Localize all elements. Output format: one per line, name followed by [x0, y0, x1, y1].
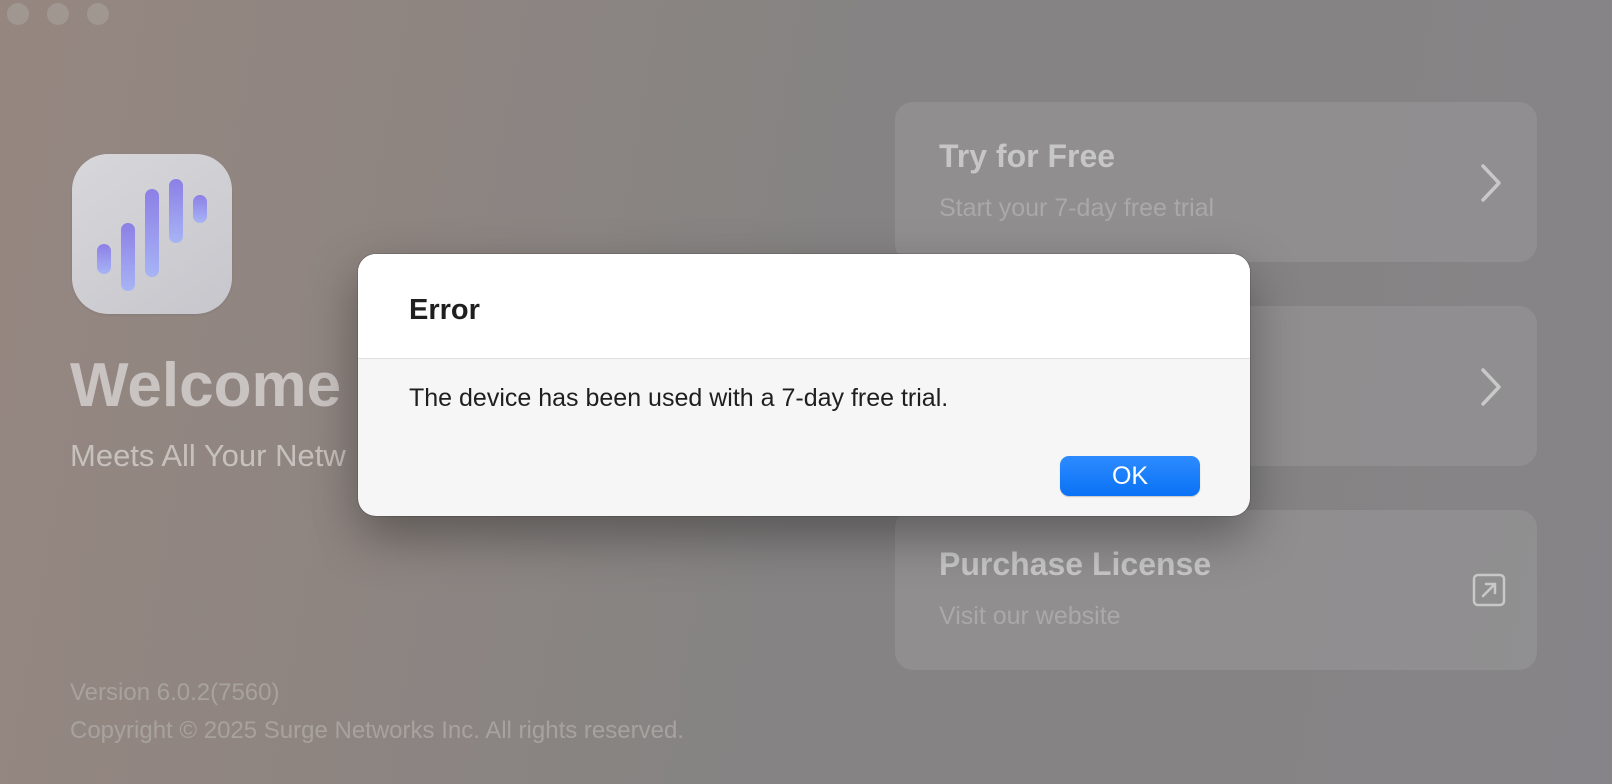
ok-button[interactable]: OK	[1060, 456, 1200, 496]
chevron-right-icon	[1481, 164, 1501, 202]
copyright-label: Copyright © 2025 Surge Networks Inc. All…	[70, 717, 684, 744]
try-for-free-card[interactable]: Try for Free Start your 7-day free trial	[895, 102, 1537, 262]
app-logo-icon	[72, 154, 232, 314]
welcome-title: Welcome t	[70, 351, 379, 420]
window-zoom-button[interactable]	[87, 3, 109, 25]
welcome-window: Welcome t Meets All Your Netw Version 6.…	[0, 0, 1612, 784]
card-title: Purchase License	[939, 546, 1212, 582]
external-link-icon	[1472, 573, 1506, 607]
dialog-message: The device has been used with a 7-day fr…	[409, 384, 949, 412]
chevron-right-icon	[1481, 368, 1501, 406]
card-title: Try for Free	[939, 138, 1116, 174]
dialog-header: Error	[358, 254, 1250, 359]
window-minimize-button[interactable]	[47, 3, 69, 25]
dialog-title: Error	[409, 294, 480, 326]
version-label: Version 6.0.2(7560)	[70, 679, 280, 706]
welcome-subtitle: Meets All Your Netw	[70, 438, 346, 473]
card-subtitle: Start your 7-day free trial	[939, 194, 1215, 222]
purchase-license-card[interactable]: Purchase License Visit our website	[895, 510, 1537, 670]
window-close-button[interactable]	[7, 3, 29, 25]
error-dialog: Error The device has been used with a 7-…	[358, 254, 1250, 516]
card-subtitle: Visit our website	[939, 602, 1121, 630]
